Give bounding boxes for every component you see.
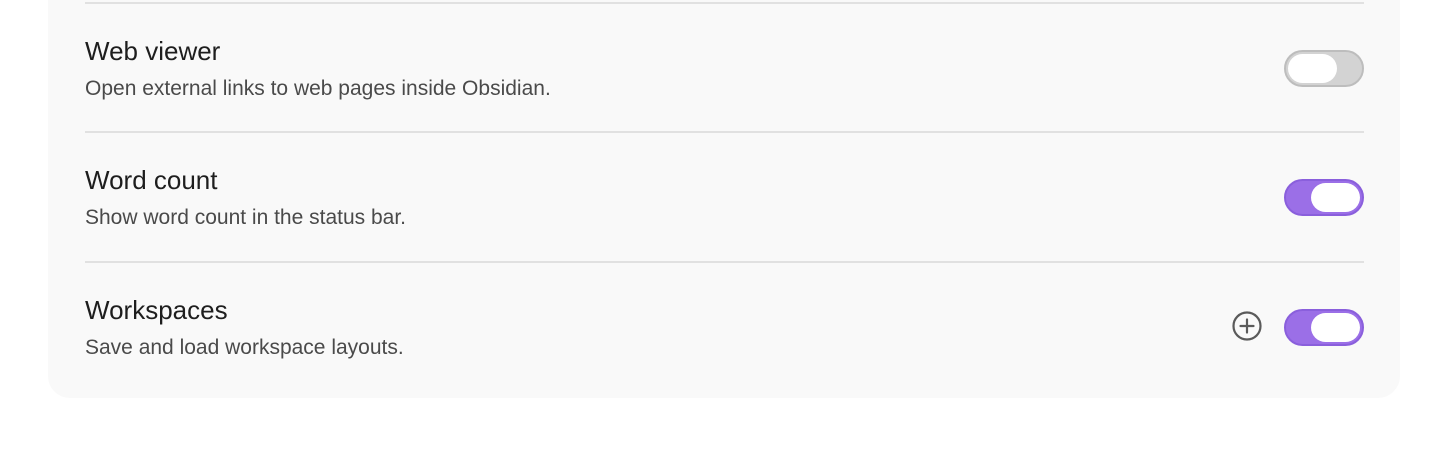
toggle-knob: [1311, 313, 1360, 342]
setting-title: Word count: [85, 165, 218, 195]
toggle-knob: [1311, 183, 1360, 212]
add-circle-icon[interactable]: [1231, 310, 1263, 342]
setting-description: Open external links to web pages inside …: [85, 77, 551, 100]
workspaces-toggle[interactable]: [1284, 309, 1364, 346]
setting-title: Web viewer: [85, 36, 221, 66]
word-count-toggle[interactable]: [1284, 179, 1364, 216]
setting-row-word-count: Word count Show word count in the status…: [85, 133, 1364, 261]
web-viewer-toggle[interactable]: [1284, 50, 1364, 87]
setting-description: Show word count in the status bar.: [85, 206, 407, 229]
setting-title: Workspaces: [85, 295, 228, 325]
setting-row-web-viewer: Web viewer Open external links to web pa…: [85, 4, 1364, 132]
setting-row-workspaces: Workspaces Save and load workspace layou…: [85, 263, 1364, 391]
setting-description: Save and load workspace layouts.: [85, 336, 404, 359]
toggle-knob: [1288, 54, 1337, 83]
